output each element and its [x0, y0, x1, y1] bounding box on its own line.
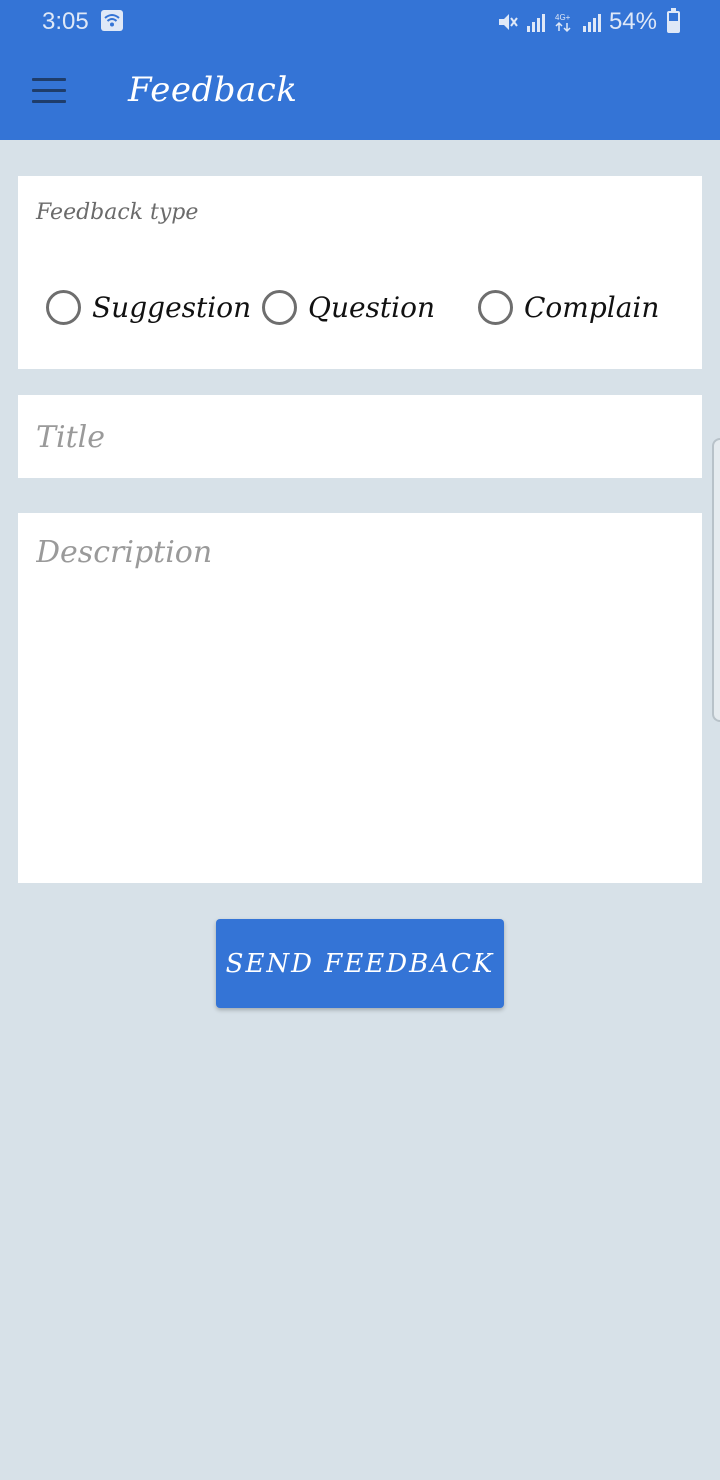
radio-complain[interactable]: Complain: [478, 290, 659, 325]
send-feedback-button[interactable]: SEND FEEDBACK: [216, 919, 504, 1008]
battery-percent: 54%: [608, 8, 657, 35]
wifi-icon: [101, 10, 123, 31]
status-icons: 4G+ 54%: [497, 8, 680, 36]
mute-icon: [498, 14, 518, 30]
radio-circle-icon[interactable]: [262, 290, 297, 325]
status-bar: 3:05 4G+ 54%: [0, 0, 720, 42]
feedback-type-label: Feedback type: [36, 200, 199, 225]
radio-question[interactable]: Question: [262, 290, 435, 325]
edge-panel-handle[interactable]: [712, 438, 720, 722]
signal-icon: [526, 14, 545, 32]
radio-label-complain: Complain: [524, 291, 660, 324]
battery-level: [669, 21, 678, 31]
description-field-card: [18, 513, 702, 883]
svg-text:4G+: 4G+: [555, 13, 571, 22]
4g-icon: 4G+: [555, 13, 571, 33]
radio-circle-icon[interactable]: [478, 290, 513, 325]
title-field-card: [18, 395, 702, 478]
description-input[interactable]: [36, 535, 684, 865]
feedback-type-card: Feedback type Suggestion Question Compla…: [18, 176, 702, 369]
hamburger-menu-icon[interactable]: [32, 78, 66, 104]
radio-circle-icon[interactable]: [46, 290, 81, 325]
title-input[interactable]: [36, 415, 684, 459]
app-bar: Feedback: [0, 42, 720, 140]
radio-label-suggestion: Suggestion: [92, 291, 252, 324]
signal-icon: [582, 14, 601, 32]
page-title: Feedback: [128, 70, 298, 110]
status-time: 3:05: [42, 8, 89, 35]
radio-suggestion[interactable]: Suggestion: [46, 290, 251, 325]
radio-label-question: Question: [308, 291, 436, 324]
battery-icon: [667, 8, 680, 33]
feedback-type-radio-group: Suggestion Question Complain: [18, 290, 702, 330]
